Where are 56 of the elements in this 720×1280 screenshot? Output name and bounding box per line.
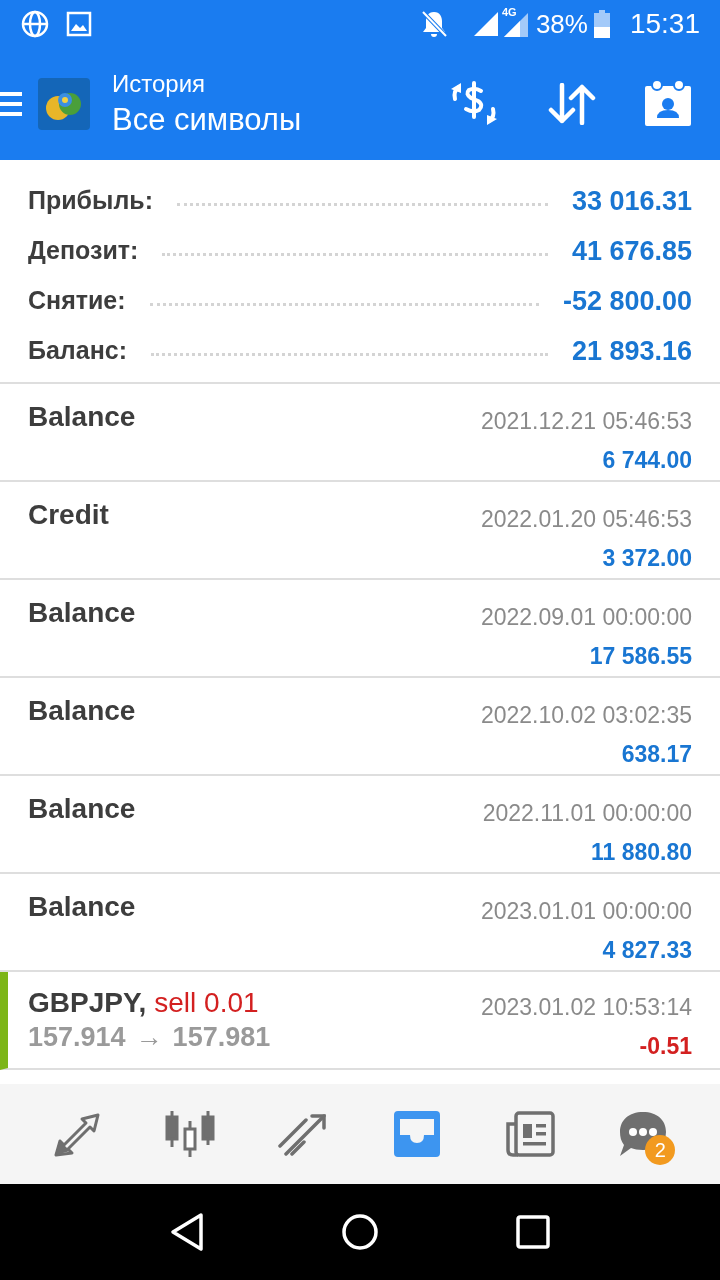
app-logo-icon [38,78,90,130]
operation-time: 2022.11.01 00:00:00 [482,799,692,828]
operation-amount: 11 880.80 [590,837,692,867]
operation-amount: 3 372.00 [602,543,692,573]
unread-badge: 2 [645,1135,676,1165]
network-type: 4G [501,7,517,18]
trend-arrow-icon [278,1112,329,1156]
summary-label: Депозит: [28,235,139,267]
operation-type: Credit [28,498,109,532]
summary-label: Снятие: [28,285,126,317]
summary-label: Баланс: [28,335,127,367]
operation-row[interactable]: Balance 2023.01.01 00:00:00 4 827.33 [0,874,720,972]
newspaper-icon [503,1110,556,1158]
operation-amount: 17 586.55 [589,641,692,671]
close-price: 157.981 [172,1021,271,1054]
summary-value: -52 800.00 [562,284,692,318]
operation-type: Balance [28,400,136,434]
operation-time: 2022.01.20 05:46:53 [480,505,692,534]
operation-type: Balance [28,596,136,630]
bell-muted-icon [419,9,448,39]
operation-row[interactable]: Credit 2022.01.20 05:46:53 3 372.00 [0,482,720,580]
home-button[interactable] [340,1212,380,1252]
clock: 15:31 [629,7,700,41]
operation-type: Balance [28,792,136,826]
summary-label: Прибыль: [28,185,153,217]
image-icon [66,11,92,37]
trade-symbol: GBPJPY, [28,986,147,1020]
operation-row[interactable]: Balance 2022.09.01 00:00:00 17 586.55 [0,580,720,678]
operation-row[interactable]: Balance 2021.12.21 05:46:53 6 744.00 [0,384,720,482]
operation-time: 2022.09.01 00:00:00 [480,603,692,632]
operation-row[interactable]: Balance 2022.11.01 00:00:00 11 880.80 [0,776,720,874]
candlestick-icon [164,1109,216,1159]
screen-title: История [112,69,207,99]
battery-percent: 38% [535,7,588,41]
operation-amount: 6 744.00 [602,445,692,475]
operation-type: Balance [28,694,136,728]
trade-row[interactable]: GBPJPY, sell 0.01 157.914 → 157.981 2023.01.02 10:53:14 -0.51 [0,972,720,1070]
inbox-tray-icon [391,1111,442,1157]
operation-type: Balance [28,890,136,924]
globe-icon [20,9,50,39]
operation-time: 2023.01.01 00:00:00 [480,897,692,926]
summary-value: 33 016.31 [571,184,692,218]
operation-amount: 4 827.33 [602,935,692,965]
battery-icon [593,10,610,38]
summary-value: 21 893.16 [571,334,692,368]
operation-time: 2023.01.02 10:53:14 [480,993,692,1022]
operation-time: 2022.10.02 03:02:35 [480,701,692,730]
symbol-filter: Все символы [112,101,302,139]
summary-value: 41 676.85 [571,234,692,268]
operation-time: 2021.12.21 05:46:53 [480,407,692,436]
trade-action: sell 0.01 [154,986,259,1020]
price-arrow: → [135,1021,163,1054]
open-price: 157.914 [28,1021,126,1054]
operation-amount: -0.51 [639,1031,692,1061]
operation-amount: 638.17 [621,739,692,769]
operation-row[interactable]: Balance 2022.10.02 03:02:35 638.17 [0,678,720,776]
